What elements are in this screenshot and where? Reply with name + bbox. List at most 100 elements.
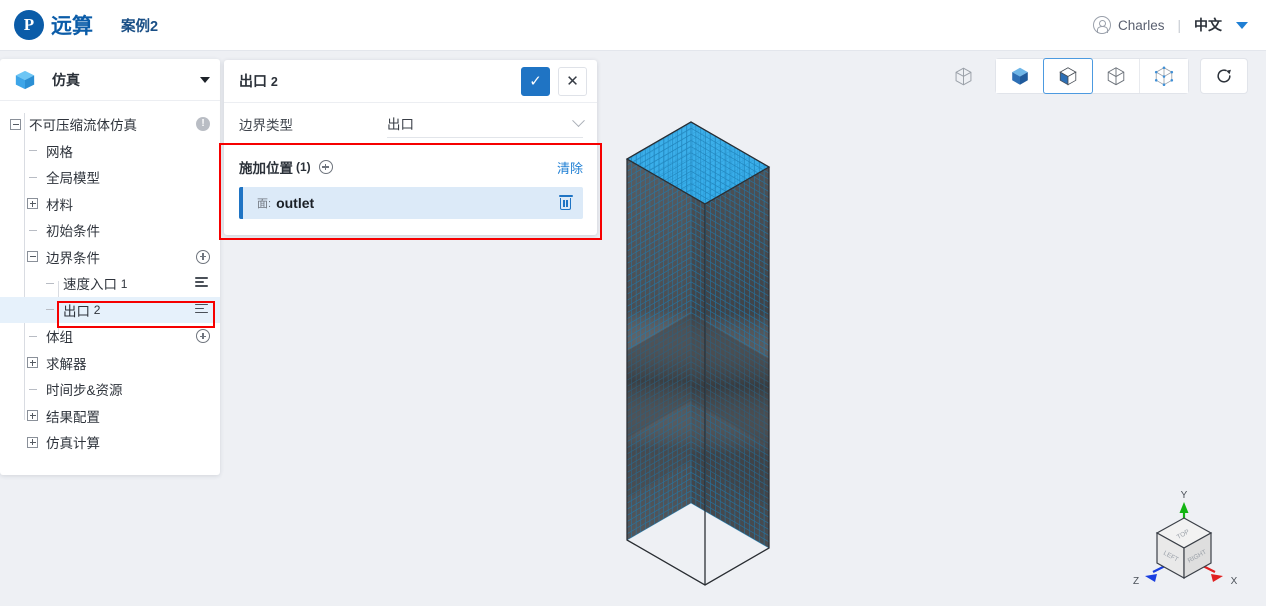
fit-view-button[interactable] — [945, 58, 981, 94]
tree-item-label: 仿真计算 — [46, 436, 100, 452]
tree-item-label: 初始条件 — [46, 224, 100, 240]
reset-view-button[interactable] — [1200, 58, 1248, 94]
confirm-button[interactable]: ✓ — [521, 66, 550, 96]
sidebar-header-title: 仿真 — [52, 71, 80, 88]
tree-item[interactable]: 不可压缩流体仿真 — [0, 111, 220, 138]
tree-item-label: 边界条件 — [46, 250, 100, 266]
tree-item-label: 不可压缩流体仿真 — [29, 118, 137, 134]
list-lines-icon[interactable] — [195, 277, 210, 289]
tree-item-number: 2 — [93, 303, 101, 318]
tree-item[interactable]: 时间步&资源 — [0, 376, 220, 403]
tree-item-actions — [195, 277, 210, 289]
boundary-type-row: 边界类型 出口 — [224, 103, 597, 144]
tree-item[interactable]: 边界条件 — [0, 244, 220, 271]
location-kind: 面: — [257, 198, 272, 210]
close-icon: ✕ — [566, 72, 579, 90]
viewport-toolbar — [945, 58, 1248, 94]
sidebar-header[interactable]: 仿真 — [0, 59, 220, 101]
locations-title: 施加位置 — [239, 161, 293, 176]
tree-item-label: 体组 — [46, 330, 73, 346]
simulation-tree: 不可压缩流体仿真网格全局模型材料初始条件边界条件速度入口 1出口 2体组求解器时… — [0, 101, 220, 456]
collapse-toggle-icon[interactable] — [27, 251, 38, 263]
sidebar: 仿真 不可压缩流体仿真网格全局模型材料初始条件边界条件速度入口 1出口 2体组求… — [0, 59, 220, 475]
view-mode-group — [995, 58, 1189, 94]
plus-circle-icon[interactable] — [196, 329, 210, 344]
expand-toggle-icon[interactable] — [27, 436, 38, 448]
cube-icon — [15, 70, 35, 89]
warning-icon — [196, 117, 210, 132]
clear-locations-button[interactable]: 清除 — [557, 158, 583, 177]
tree-item-actions — [196, 329, 210, 344]
tree-branch-line — [27, 145, 38, 156]
tree-item[interactable]: 体组 — [0, 323, 220, 350]
tree-item-label: 速度入口 — [63, 277, 117, 293]
caret-down-icon[interactable] — [1236, 21, 1248, 29]
tree-item-label: 结果配置 — [46, 409, 100, 425]
tree-item[interactable]: 速度入口 1 — [0, 270, 220, 297]
plus-circle-icon[interactable] — [196, 249, 210, 264]
boundary-type-select[interactable]: 出口 — [387, 109, 585, 138]
tree-item-number: 1 — [120, 276, 128, 291]
panel-title-text: 出口 — [239, 73, 267, 89]
points-cube-icon — [1154, 66, 1174, 86]
user-name[interactable]: Charles — [1118, 18, 1165, 33]
caret-down-icon[interactable] — [200, 76, 210, 83]
tree-item[interactable]: 结果配置 — [0, 403, 220, 430]
panel-actions: ✓ ✕ — [521, 66, 587, 96]
chevron-down-icon — [572, 113, 585, 127]
points-button[interactable] — [1140, 59, 1188, 93]
locations-count: (1) — [296, 160, 311, 174]
tree-branch-line — [44, 278, 55, 289]
tree-item[interactable]: 仿真计算 — [0, 429, 220, 456]
axis-cube-svg: Y X Z TOP LEFT RIGHT — [1133, 490, 1238, 587]
tree-item-actions — [196, 117, 210, 132]
expand-toggle-icon[interactable] — [27, 357, 38, 369]
case-title: 案例2 — [121, 18, 159, 35]
expand-toggle-icon[interactable] — [27, 198, 38, 210]
solid-cube-icon — [1011, 67, 1028, 85]
tree-item[interactable]: 出口 2 — [0, 296, 220, 323]
viewport-3d[interactable]: Y X Z TOP LEFT RIGHT — [603, 51, 1266, 606]
trash-icon[interactable] — [558, 195, 573, 211]
tree-item-label: 材料 — [46, 197, 73, 213]
expand-toggle-icon[interactable] — [27, 410, 38, 422]
panel-header: 出口 2 ✓ ✕ — [224, 60, 597, 103]
collapse-toggle-icon[interactable] — [10, 118, 21, 130]
location-list-item[interactable]: 面: outlet — [239, 187, 583, 219]
tree-item-label: 求解器 — [46, 356, 87, 372]
tree-item-label: 时间步&资源 — [46, 383, 123, 399]
axis-orientation-widget[interactable]: Y X Z TOP LEFT RIGHT — [1119, 488, 1249, 598]
check-icon: ✓ — [529, 72, 542, 90]
app-root: 远算 案例2 Charles | 中文 仿真 不可压缩流体仿真网格全局模型材料初… — [0, 0, 1266, 606]
cancel-button[interactable]: ✕ — [558, 66, 587, 96]
tree-branch-line — [27, 172, 38, 183]
tree-item[interactable]: 全局模型 — [0, 164, 220, 191]
wire-cube-icon — [955, 67, 971, 85]
panel-title: 出口 2 — [239, 71, 278, 91]
tree-item[interactable]: 材料 — [0, 191, 220, 218]
locations-header: 施加位置 (1) 清除 — [239, 157, 583, 177]
plus-circle-icon[interactable] — [318, 160, 333, 174]
user-avatar-icon — [1092, 16, 1111, 34]
brand[interactable]: 远算 — [14, 10, 93, 40]
tree-item[interactable]: 求解器 — [0, 350, 220, 377]
language-selector-label[interactable]: 中文 — [1194, 15, 1222, 35]
boundary-type-label: 边界类型 — [239, 117, 293, 133]
tree-item-label: 出口 — [63, 303, 90, 319]
top-bar: 远算 案例2 Charles | 中文 — [0, 0, 1266, 51]
axis-label-x: X — [1231, 576, 1238, 587]
shaded-view-button[interactable] — [996, 59, 1044, 93]
reset-rotate-icon — [1217, 69, 1231, 83]
boundary-condition-panel: 出口 2 ✓ ✕ 边界类型 出口 施加位置 (1) 清除 面: outlet — [224, 60, 597, 235]
tree-item-label: 全局模型 — [46, 171, 100, 187]
panel-title-number: 2 — [270, 75, 278, 89]
axis-label-y: Y — [1181, 490, 1188, 501]
wireframe-button[interactable] — [1092, 59, 1140, 93]
tree-item[interactable]: 网格 — [0, 138, 220, 165]
wireframe-cube-icon — [1107, 67, 1124, 86]
tree-item[interactable]: 初始条件 — [0, 217, 220, 244]
list-lines-icon[interactable] — [195, 303, 210, 316]
tree-item-actions — [195, 303, 210, 316]
tree-item-label: 网格 — [46, 144, 73, 160]
shaded-edges-button[interactable] — [1043, 58, 1093, 94]
